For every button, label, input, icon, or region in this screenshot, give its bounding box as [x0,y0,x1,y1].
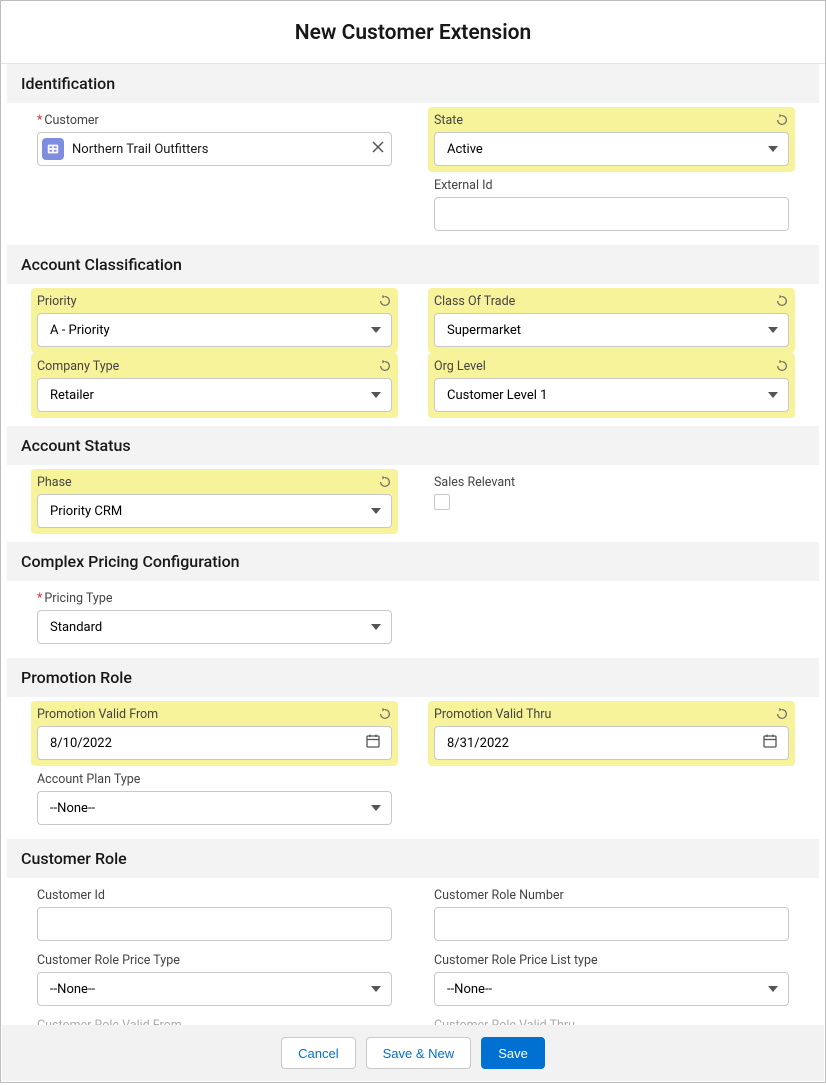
cr-price-type-value [48,981,371,998]
account-plan-type-value [48,800,371,817]
cr-price-list-type-value [445,981,768,998]
org-level-select[interactable] [434,378,789,412]
modal-header: New Customer Extension [1,1,825,64]
class-of-trade-label: Class Of Trade [434,294,515,309]
customer-role-number-input[interactable] [445,916,778,933]
section-account-status: Account Status [7,426,819,465]
company-type-value [48,387,371,404]
modal-title: New Customer Extension [1,21,825,45]
chevron-down-icon [768,390,778,400]
account-icon [42,138,64,160]
customer-id-input[interactable] [48,916,381,933]
priority-value [48,322,371,339]
customer-label: Customer [37,113,99,128]
customer-value: Northern Trail Outfitters [72,142,371,157]
sales-relevant-checkbox[interactable] [434,494,450,510]
modal-footer: Cancel Save & New Save [2,1025,824,1081]
undo-company-type-icon[interactable] [378,359,392,373]
section-account-classification: Account Classification [7,245,819,284]
pricing-type-select[interactable] [37,610,392,644]
undo-state-icon[interactable] [775,113,789,127]
promo-thru-label: Promotion Valid Thru [434,707,551,722]
section-promotion-role: Promotion Role [7,658,819,697]
customer-role-number-input-wrap [434,907,789,941]
cr-price-type-label: Customer Role Price Type [37,953,180,968]
undo-promo-thru-icon[interactable] [775,707,789,721]
class-of-trade-value [445,322,768,339]
chevron-down-icon [768,144,778,154]
phase-label: Phase [37,475,72,490]
undo-phase-icon[interactable] [378,475,392,489]
state-value [445,141,768,158]
external-id-input[interactable] [445,206,778,223]
calendar-icon[interactable] [762,733,778,753]
cr-price-list-type-label: Customer Role Price List type [434,953,598,968]
chevron-down-icon [768,325,778,335]
phase-value [48,503,371,520]
save-button[interactable]: Save [481,1037,545,1069]
chevron-down-icon [371,325,381,335]
clear-customer-icon[interactable] [371,140,385,158]
state-label: State [434,113,463,128]
company-type-select[interactable] [37,378,392,412]
pricing-type-value [48,619,371,636]
section-complex-pricing: Complex Pricing Configuration [7,542,819,581]
customer-lookup[interactable]: Northern Trail Outfitters [37,132,392,166]
cr-price-list-type-select[interactable] [434,972,789,1006]
undo-priority-icon[interactable] [378,294,392,308]
promo-thru-input[interactable] [445,735,762,752]
cr-price-type-select[interactable] [37,972,392,1006]
class-of-trade-select[interactable] [434,313,789,347]
company-type-label: Company Type [37,359,119,374]
sales-relevant-label: Sales Relevant [434,475,515,490]
chevron-down-icon [371,622,381,632]
priority-select[interactable] [37,313,392,347]
save-and-new-button[interactable]: Save & New [366,1037,472,1069]
promo-from-input-wrap [37,726,392,760]
chevron-down-icon [768,984,778,994]
promo-from-input[interactable] [48,735,365,752]
external-id-label: External Id [434,178,493,193]
section-customer-role: Customer Role [7,839,819,878]
account-plan-type-select[interactable] [37,791,392,825]
external-id-input-wrap [434,197,789,231]
undo-org-level-icon[interactable] [775,359,789,373]
chevron-down-icon [371,390,381,400]
account-plan-type-label: Account Plan Type [37,772,140,787]
promo-from-label: Promotion Valid From [37,707,158,722]
calendar-icon[interactable] [365,733,381,753]
customer-id-input-wrap [37,907,392,941]
pricing-type-label: Pricing Type [37,591,113,606]
org-level-label: Org Level [434,359,486,374]
promo-thru-input-wrap [434,726,789,760]
section-identification: Identification [7,64,819,103]
priority-label: Priority [37,294,77,309]
chevron-down-icon [371,984,381,994]
undo-promo-from-icon[interactable] [378,707,392,721]
customer-role-number-label: Customer Role Number [434,888,564,903]
chevron-down-icon [371,506,381,516]
customer-id-label: Customer Id [37,888,105,903]
chevron-down-icon [371,803,381,813]
cancel-button[interactable]: Cancel [281,1037,355,1069]
org-level-value [445,387,768,404]
undo-class-of-trade-icon[interactable] [775,294,789,308]
phase-select[interactable] [37,494,392,528]
state-select[interactable] [434,132,789,166]
